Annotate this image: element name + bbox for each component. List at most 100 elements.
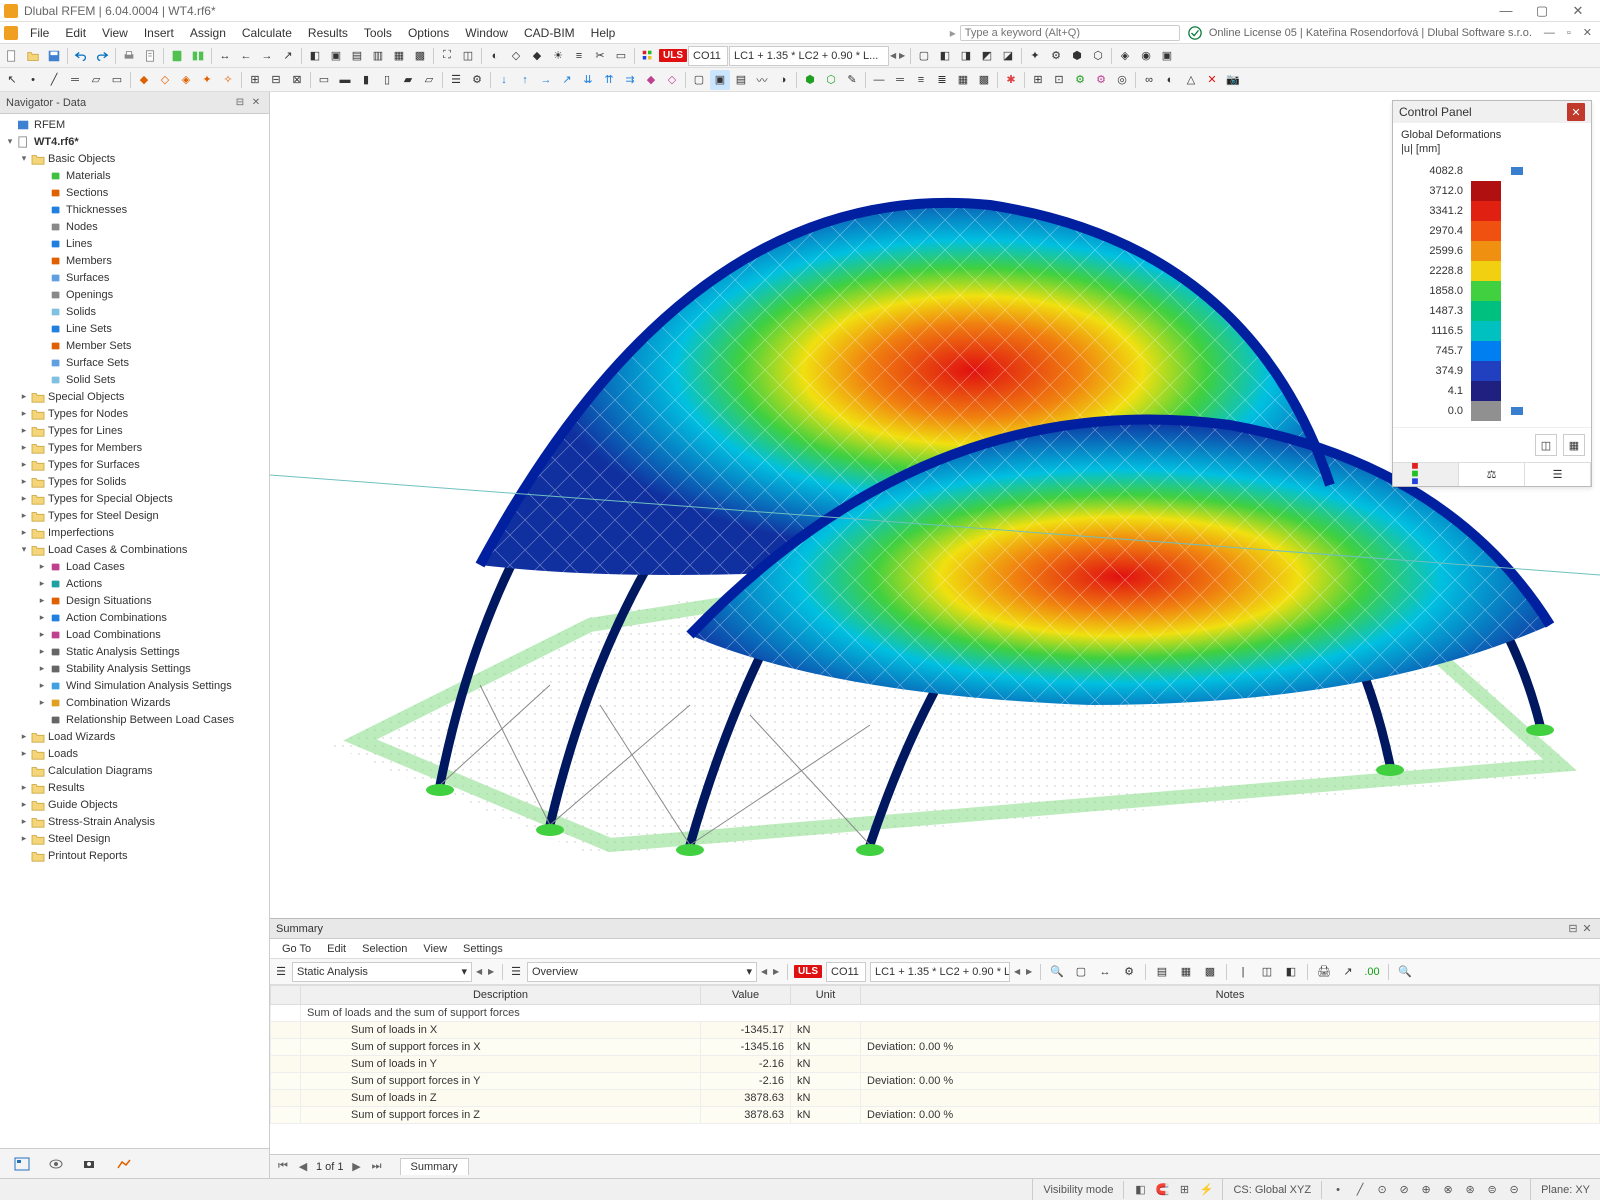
- st-14[interactable]: 🔍: [1395, 962, 1415, 982]
- status-cs[interactable]: CS: Global XYZ: [1222, 1179, 1321, 1200]
- tree-group[interactable]: ▸Types for Solids: [0, 473, 269, 490]
- t2-44[interactable]: ⚙: [1091, 70, 1111, 90]
- sb-i1[interactable]: ◧: [1130, 1181, 1150, 1199]
- t2-4[interactable]: ✦: [197, 70, 217, 90]
- sum-prev3[interactable]: ◀: [1014, 967, 1022, 976]
- sb-j4[interactable]: ⊘: [1394, 1181, 1414, 1199]
- t2-42[interactable]: ⊡: [1049, 70, 1069, 90]
- sum-selection[interactable]: Selection: [354, 941, 415, 957]
- st-5[interactable]: ▤: [1152, 962, 1172, 982]
- control-panel-close[interactable]: ✕: [1567, 103, 1585, 121]
- tb-c1[interactable]: ◈: [1115, 46, 1135, 66]
- node-tool-icon[interactable]: •: [23, 70, 43, 90]
- t2-21[interactable]: ⇊: [578, 70, 598, 90]
- sb-i4[interactable]: ⚡: [1196, 1181, 1216, 1199]
- table-row[interactable]: Sum of loads in Z3878.63kN: [271, 1090, 1600, 1107]
- st-6[interactable]: ▦: [1176, 962, 1196, 982]
- tree-item[interactable]: Nodes: [0, 218, 269, 235]
- t2-12[interactable]: ▯: [377, 70, 397, 90]
- table-row[interactable]: Sum of support forces in Z3878.63kNDevia…: [271, 1107, 1600, 1124]
- legend-slider[interactable]: [1501, 167, 1529, 175]
- menu-options[interactable]: Options: [400, 24, 457, 42]
- t2-39[interactable]: ▩: [974, 70, 994, 90]
- menu-edit[interactable]: Edit: [57, 24, 94, 42]
- solid-tool-icon[interactable]: ▭: [107, 70, 127, 90]
- t2-45[interactable]: ◎: [1112, 70, 1132, 90]
- maximize-child-button[interactable]: ▫: [1563, 25, 1575, 41]
- sum-prev1[interactable]: ◀: [476, 967, 484, 976]
- col-unit[interactable]: Unit: [791, 986, 861, 1005]
- tree-item[interactable]: Sections: [0, 184, 269, 201]
- nav-mode-views-icon[interactable]: [78, 1153, 102, 1175]
- tb-a2[interactable]: ◧: [935, 46, 955, 66]
- t2-15[interactable]: ☰: [446, 70, 466, 90]
- surface-tool-icon[interactable]: ▱: [86, 70, 106, 90]
- page-next[interactable]: ▶: [350, 1160, 364, 1173]
- sum-settings[interactable]: Settings: [455, 941, 511, 957]
- st-2[interactable]: ▢: [1071, 962, 1091, 982]
- t2-37[interactable]: ≣: [932, 70, 952, 90]
- tree-group[interactable]: Printout Reports: [0, 847, 269, 864]
- tree-item[interactable]: ▸Wind Simulation Analysis Settings: [0, 677, 269, 694]
- t2-26[interactable]: ▢: [689, 70, 709, 90]
- sb-j3[interactable]: ⊙: [1372, 1181, 1392, 1199]
- sum-desc[interactable]: LC1 + 1.35 * LC2 + 0.90 * L...: [870, 962, 1010, 982]
- tree-item[interactable]: Solid Sets: [0, 371, 269, 388]
- menu-window[interactable]: Window: [457, 24, 516, 42]
- t2-28[interactable]: ▤: [731, 70, 751, 90]
- col-notes[interactable]: Notes: [861, 986, 1600, 1005]
- tb-a5[interactable]: ◪: [998, 46, 1018, 66]
- combo-next[interactable]: ▶: [899, 51, 907, 60]
- sb-j9[interactable]: ⊝: [1504, 1181, 1524, 1199]
- col-blank[interactable]: [271, 986, 301, 1005]
- t2-19[interactable]: →: [536, 70, 556, 90]
- sum-next1[interactable]: ▶: [488, 967, 496, 976]
- combo-prev[interactable]: ◀: [890, 51, 898, 60]
- combo-desc[interactable]: LC1 + 1.35 * LC2 + 0.90 * L...: [729, 46, 889, 66]
- t2-13[interactable]: ▰: [398, 70, 418, 90]
- menu-tools[interactable]: Tools: [356, 24, 400, 42]
- tree-item[interactable]: ▸Design Situations: [0, 592, 269, 609]
- st-1[interactable]: 🔍: [1047, 962, 1067, 982]
- st-7[interactable]: ▩: [1200, 962, 1220, 982]
- menu-view[interactable]: View: [94, 24, 136, 42]
- cp-tab-legend[interactable]: [1393, 463, 1459, 486]
- sum-goto[interactable]: Go To: [274, 941, 319, 957]
- tree-item[interactable]: Openings: [0, 286, 269, 303]
- select-icon[interactable]: ↖: [2, 70, 22, 90]
- t2-29[interactable]: 〰: [752, 70, 772, 90]
- tree-group[interactable]: ▸Types for Members: [0, 439, 269, 456]
- nav-mode-results-icon[interactable]: [112, 1153, 136, 1175]
- tree-group[interactable]: ▸Loads: [0, 745, 269, 762]
- t2-16[interactable]: ⚙: [467, 70, 487, 90]
- open-file-icon[interactable]: [23, 46, 43, 66]
- maximize-button[interactable]: ▢: [1524, 1, 1560, 21]
- tree-group[interactable]: ▸Load Wizards: [0, 728, 269, 745]
- t2-38[interactable]: ▦: [953, 70, 973, 90]
- menu-assign[interactable]: Assign: [182, 24, 234, 42]
- menu-cadbim[interactable]: CAD-BIM: [516, 24, 583, 42]
- t2-25[interactable]: ◇: [662, 70, 682, 90]
- t2-34[interactable]: —: [869, 70, 889, 90]
- st-13[interactable]: .00: [1362, 962, 1382, 982]
- t2-22[interactable]: ⇈: [599, 70, 619, 90]
- t2-3[interactable]: ◈: [176, 70, 196, 90]
- tb-b2[interactable]: ⚙: [1046, 46, 1066, 66]
- table-row[interactable]: Sum of loads in X-1345.17kN: [271, 1022, 1600, 1039]
- table-row[interactable]: Sum of support forces in Y-2.16kNDeviati…: [271, 1073, 1600, 1090]
- tree-group[interactable]: ▸Guide Objects: [0, 796, 269, 813]
- t2-43[interactable]: ⚙: [1070, 70, 1090, 90]
- t2-50[interactable]: 📷: [1223, 70, 1243, 90]
- summary-tab[interactable]: Summary: [400, 1158, 469, 1175]
- t2-7[interactable]: ⊟: [266, 70, 286, 90]
- tree-item[interactable]: ▸Combination Wizards: [0, 694, 269, 711]
- t2-35[interactable]: ═: [890, 70, 910, 90]
- layer-icon[interactable]: ≡: [569, 46, 589, 66]
- wire-icon[interactable]: ◇: [506, 46, 526, 66]
- menu-insert[interactable]: Insert: [136, 24, 182, 42]
- restore-child-button[interactable]: —: [1540, 25, 1559, 41]
- t2-8[interactable]: ⊠: [287, 70, 307, 90]
- section-icon[interactable]: ▭: [611, 46, 631, 66]
- sb-j7[interactable]: ⊛: [1460, 1181, 1480, 1199]
- t2-36[interactable]: ≡: [911, 70, 931, 90]
